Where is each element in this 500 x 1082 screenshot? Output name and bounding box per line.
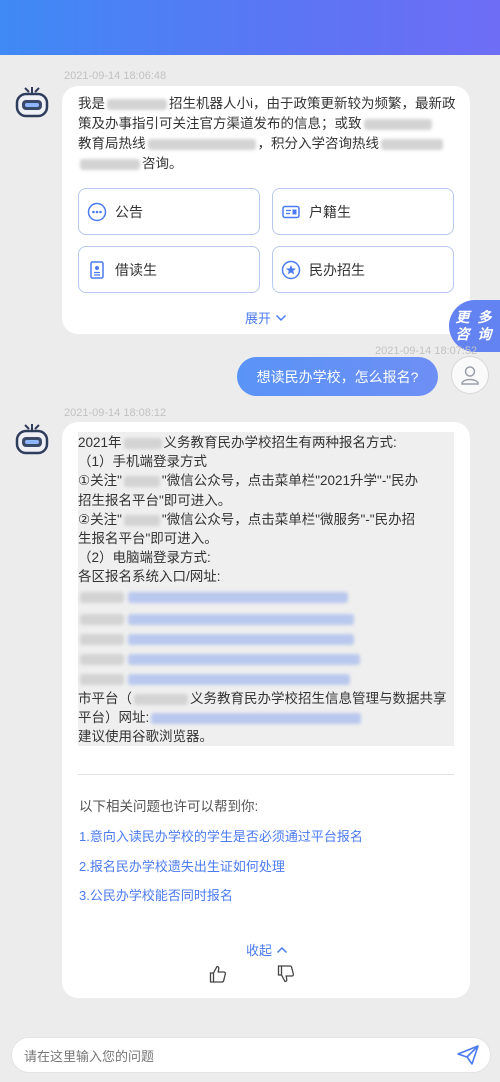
redacted-link[interactable] — [151, 712, 362, 724]
related-question-link[interactable]: 1.意向入读民办学校的学生是否必须通过平台报名 — [79, 826, 363, 845]
answer-text: 平台）网址: — [78, 709, 150, 725]
header-bar — [0, 0, 500, 55]
redacted-link[interactable] — [128, 673, 350, 685]
redacted-text — [123, 437, 162, 449]
bot-message-bubble: 我是 招生机器人小i，由于政策更新较为频繁，最新政策及办事指引可关注官方渠道发布的… — [62, 86, 470, 334]
collapse-label: 收起 — [246, 943, 273, 958]
intro-text-part: 教育局热线 — [78, 136, 146, 151]
redacted-text — [123, 476, 160, 488]
redacted-text — [80, 613, 124, 625]
star-badge-icon — [281, 260, 301, 280]
district-link-row[interactable] — [78, 587, 454, 609]
redacted-text — [80, 591, 124, 603]
send-icon[interactable] — [456, 1044, 480, 1066]
answer-text: 2021年 — [78, 435, 122, 450]
more-consult-label: 更 多 — [455, 309, 494, 325]
redacted-link[interactable] — [128, 613, 354, 625]
redacted-text — [123, 514, 160, 526]
related-question-link[interactable]: 2.报名民办学校遗失出生证如何处理 — [79, 856, 285, 875]
redacted-link[interactable] — [128, 633, 354, 645]
answer-text: "微信公众号，点击菜单栏"微服务"-"民办招 — [161, 511, 416, 527]
document-icon — [87, 260, 107, 280]
expand-button[interactable]: 展开 — [245, 308, 287, 327]
robot-avatar-icon — [13, 421, 51, 459]
district-link-row[interactable] — [78, 629, 454, 649]
redacted-text — [80, 673, 124, 685]
id-card-icon — [281, 202, 301, 222]
collapse-button[interactable]: 收起 — [246, 940, 288, 959]
more-consult-label: 咨 询 — [455, 326, 494, 342]
redacted-text — [107, 98, 167, 110]
answer-text: ②关注" — [78, 511, 122, 527]
redacted-text — [381, 138, 443, 150]
answer-text: 各区报名系统入口/网址: — [78, 569, 221, 585]
answer-text: "微信公众号，点击菜单栏"2021升学"-"民办 — [161, 473, 419, 489]
category-label: 借读生 — [115, 261, 157, 278]
intro-text-part: 咨询。 — [142, 156, 183, 171]
answer-text: （2）电脑端登录方式: — [78, 550, 211, 566]
chevron-up-icon — [276, 942, 288, 957]
category-announcement-button[interactable]: 公告 — [78, 188, 260, 235]
redacted-text — [80, 633, 124, 645]
answer-text: （1）手机端登录方式 — [78, 454, 208, 470]
message-timestamp: 2021-09-14 18:06:48 — [64, 70, 167, 82]
category-label: 户籍生 — [309, 203, 351, 220]
answer-text: 市平台（ — [78, 690, 132, 706]
chevron-down-icon — [275, 310, 287, 325]
category-household-button[interactable]: 户籍生 — [272, 188, 454, 235]
user-avatar-icon — [451, 356, 489, 394]
user-message-text: 想读民办学校，怎么报名? — [256, 368, 419, 385]
answer-text: 义务教育民办学校招生有两种报名方式: — [163, 435, 397, 450]
divider — [78, 774, 454, 775]
message-timestamp: 2021-09-14 18:07:52 — [375, 345, 478, 357]
district-link-row[interactable] — [78, 649, 454, 669]
category-transfer-button[interactable]: 借读生 — [78, 246, 260, 293]
redacted-text — [363, 118, 432, 130]
redacted-text — [134, 693, 188, 705]
redacted-text — [80, 653, 124, 665]
bot-intro-text: 我是 招生机器人小i，由于政策更新较为频繁，最新政策及办事指引可关注官方渠道发布的… — [78, 94, 463, 174]
related-question-link[interactable]: 3.公民办学校能否同时报名 — [79, 885, 233, 904]
redacted-text — [80, 158, 140, 170]
thumbs-down-icon[interactable] — [276, 964, 296, 984]
user-message-bubble: 想读民办学校，怎么报名? — [237, 357, 438, 396]
message-timestamp: 2021-09-14 18:08:12 — [64, 407, 167, 419]
category-private-admission-button[interactable]: 民办招生 — [272, 246, 454, 293]
district-link-row[interactable] — [78, 669, 454, 689]
answer-text: 建议使用谷歌浏览器。 — [78, 729, 213, 745]
redacted-text — [147, 138, 256, 150]
robot-avatar-icon — [13, 84, 51, 122]
thumbs-up-icon[interactable] — [208, 964, 228, 984]
district-link-row[interactable] — [78, 609, 454, 629]
message-input-box[interactable] — [11, 1037, 491, 1073]
expand-label: 展开 — [245, 311, 272, 326]
redacted-link[interactable] — [128, 591, 348, 603]
answer-text: 招生报名平台"即可进入。 — [78, 492, 232, 508]
category-label: 民办招生 — [309, 261, 365, 278]
answer-text: 义务教育民办学校招生信息管理与数据共享 — [190, 690, 447, 706]
answer-text: ①关注" — [78, 473, 122, 489]
category-label: 公告 — [115, 203, 143, 220]
redacted-link[interactable] — [128, 653, 360, 665]
intro-text-part: 我是 — [78, 96, 105, 111]
answer-content: 2021年 义务教育民办学校招生有两种报名方式: （1）手机端登录方式 ①关注" "… — [78, 432, 454, 747]
message-dots-icon — [87, 202, 107, 222]
answer-text: 生报名平台"即可进入。 — [78, 531, 218, 547]
related-questions-title: 以下相关问题也许可以帮到你: — [79, 799, 259, 814]
intro-text-part: ，积分入学咨询热线 — [257, 136, 380, 151]
message-input[interactable] — [24, 1046, 444, 1066]
